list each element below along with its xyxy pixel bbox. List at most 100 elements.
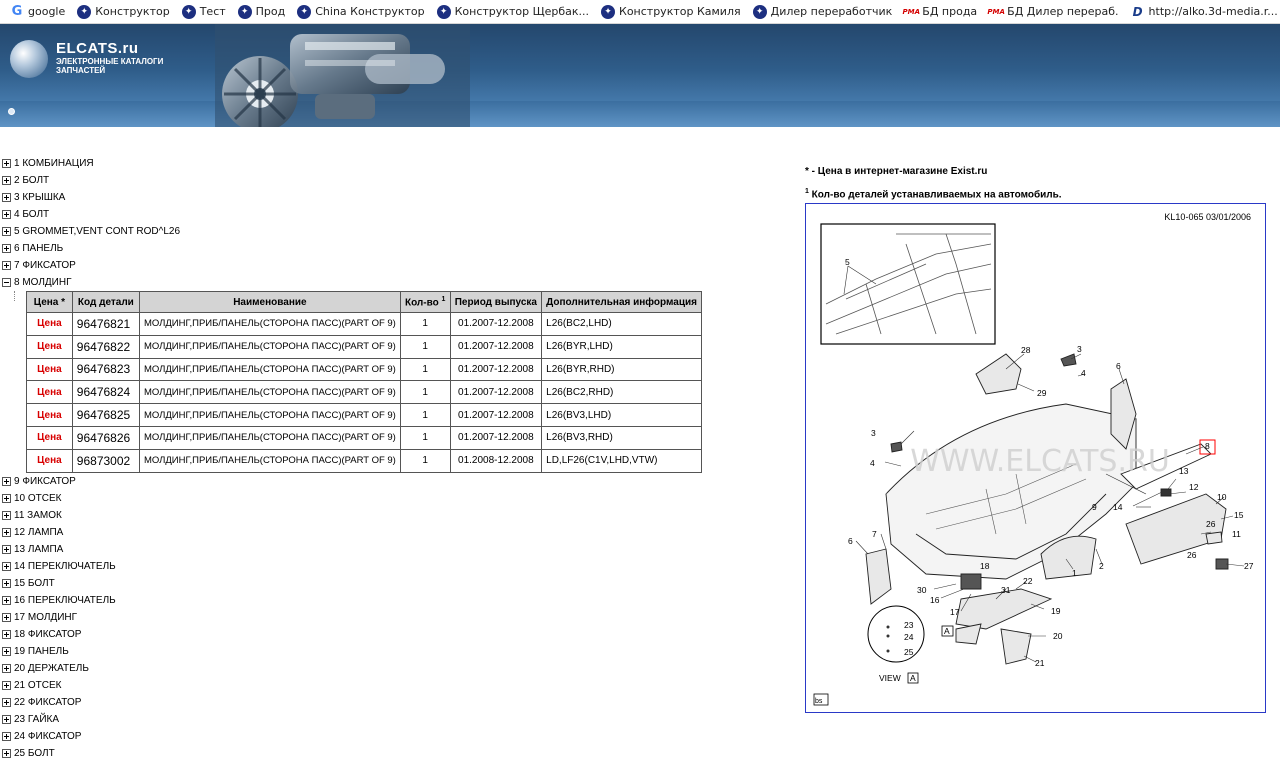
tree-node[interactable]: 14 ПЕРЕКЛЮЧАТЕЛЬ [2,558,702,575]
bookmark-item[interactable]: ✦ Конструктор [77,4,170,19]
expand-icon[interactable] [2,578,11,588]
tree-node[interactable]: 13 ЛАМПА [2,541,702,558]
expand-icon[interactable] [2,748,11,758]
expand-icon[interactable] [2,544,11,554]
table-row[interactable]: Цена 96873002 МОЛДИНГ,ПРИБ/ПАНЕЛЬ(СТОРОНА … [26,448,702,473]
tree-node-label[interactable]: 9 ФИКСАТОР [14,476,76,487]
bookmark-item[interactable]: ✦ Конструктор Щербак... [436,4,589,19]
tree-node[interactable]: 9 ФИКСАТОР [2,473,702,490]
expand-icon[interactable] [2,680,11,690]
parts-diagram[interactable]: KL10-065 03/01/2006 WWW.ELCATS.RU 5 28 3… [805,203,1266,713]
bookmark-item[interactable]: PMA БД прода [903,5,978,19]
tree-node-label[interactable]: 21 ОТСЕК [14,680,62,691]
tree-node-label[interactable]: 8 МОЛДИНГ [14,277,72,288]
table-row[interactable]: Цена 96476823 МОЛДИНГ,ПРИБ/ПАНЕЛЬ(СТОРОНА … [26,357,702,382]
tree-node-label[interactable]: 18 ФИКСАТОР [14,629,81,640]
tree-node-label[interactable]: 13 ЛАМПА [14,544,63,555]
expand-icon[interactable] [2,629,11,639]
table-row[interactable]: Цена 96476826 МОЛДИНГ,ПРИБ/ПАНЕЛЬ(СТОРОНА … [26,425,702,450]
expand-icon[interactable] [2,697,11,707]
tree-node[interactable]: 1 КОМБИНАЦИЯ [2,155,702,172]
tree-node[interactable]: 2 БОЛТ [2,172,702,189]
expand-icon[interactable] [2,159,11,168]
tree-node[interactable]: 6 ПАНЕЛЬ [2,240,702,257]
tree-node[interactable]: 3 КРЫШКА [2,189,702,206]
tree-node[interactable]: 22 ФИКСАТОР [2,694,702,711]
expand-icon[interactable] [2,561,11,571]
tree-node-label[interactable]: 5 GROMMET,VENT CONT ROD^L26 [14,226,180,237]
tree-node-label[interactable]: 15 БОЛТ [14,578,55,589]
tree-node[interactable]: 5 GROMMET,VENT CONT ROD^L26 [2,223,702,240]
tree-node[interactable]: 16 ПЕРЕКЛЮЧАТЕЛЬ [2,592,702,609]
tree-node[interactable]: 19 ПАНЕЛЬ [2,643,702,660]
expand-icon[interactable] [2,663,11,673]
bookmark-item[interactable]: Dhttp://alko.3d-media.r... [1131,5,1278,19]
tree-node[interactable]: 23 ГАЙКА [2,711,702,728]
bookmark-item[interactable]: ✦ Прод [237,4,285,19]
collapse-icon[interactable] [2,278,11,287]
expand-icon[interactable] [2,227,11,236]
tree-node-label[interactable]: 20 ДЕРЖАТЕЛЬ [14,663,89,674]
price-link[interactable]: Цена [26,380,73,405]
expand-icon[interactable] [2,612,11,622]
tree-node[interactable]: 12 ЛАМПА [2,524,702,541]
logo-globe-icon[interactable] [10,40,48,78]
tree-node-label[interactable]: 14 ПЕРЕКЛЮЧАТЕЛЬ [14,561,116,572]
price-link[interactable]: Цена [26,334,73,359]
tree-node-label[interactable]: 12 ЛАМПА [14,527,63,538]
tree-node[interactable]: 4 БОЛТ [2,206,702,223]
expand-icon[interactable] [2,261,11,270]
tree-node-label[interactable]: 1 КОМБИНАЦИЯ [14,158,94,169]
tree-node-expanded[interactable]: 8 МОЛДИНГ [2,274,702,291]
expand-icon[interactable] [2,714,11,724]
tree-node-label[interactable]: 10 ОТСЕК [14,493,62,504]
expand-icon[interactable] [2,510,11,520]
tree-node-label[interactable]: 6 ПАНЕЛЬ [14,243,63,254]
tree-node-label[interactable]: 4 БОЛТ [14,209,49,220]
table-row[interactable]: Цена 96476824 МОЛДИНГ,ПРИБ/ПАНЕЛЬ(СТОРОНА … [26,380,702,405]
tree-node-label[interactable]: 11 ЗАМОК [14,510,62,521]
tree-node-label[interactable]: 16 ПЕРЕКЛЮЧАТЕЛЬ [14,595,116,606]
expand-icon[interactable] [2,595,11,605]
bookmark-item[interactable]: Ggoogle [10,4,66,19]
tree-node[interactable]: 11 ЗАМОК [2,507,702,524]
expand-icon[interactable] [2,646,11,656]
price-link[interactable]: Цена [26,357,73,382]
tree-node-label[interactable]: 17 МОЛДИНГ [14,612,77,623]
tree-node[interactable]: 21 ОТСЕК [2,677,702,694]
bookmark-item[interactable]: ✦ Конструктор Камиля [601,4,741,19]
tree-node[interactable]: 7 ФИКСАТОР [2,257,702,274]
tree-node-label[interactable]: 3 КРЫШКА [14,192,65,203]
expand-icon[interactable] [2,731,11,741]
expand-icon[interactable] [2,210,11,219]
price-link[interactable]: Цена [26,448,73,473]
tree-node[interactable]: 18 ФИКСАТОР [2,626,702,643]
price-link[interactable]: Цена [26,312,73,336]
price-link[interactable]: Цена [26,425,73,450]
tree-node-label[interactable]: 22 ФИКСАТОР [14,697,81,708]
expand-icon[interactable] [2,244,11,253]
bookmark-item[interactable]: PMA БД Дилер перераб. [987,5,1118,19]
tree-node-label[interactable]: 7 ФИКСАТОР [14,260,76,271]
expand-icon[interactable] [2,176,11,185]
bookmark-item[interactable]: ✦ China Конструктор [297,4,425,19]
expand-icon[interactable] [2,193,11,202]
table-row[interactable]: Цена 96476825 МОЛДИНГ,ПРИБ/ПАНЕЛЬ(СТОРОНА … [26,403,702,427]
tree-node-label[interactable]: 19 ПАНЕЛЬ [14,646,69,657]
bookmark-item[interactable]: ✦ Дилер переработчик [752,4,892,19]
logo-title[interactable]: ELCATS.ru [56,40,139,57]
tree-node-label[interactable]: 2 БОЛТ [14,175,49,186]
tree-node[interactable]: 15 БОЛТ [2,575,702,592]
expand-icon[interactable] [2,476,11,486]
tree-node[interactable]: 25 БОЛТ [2,745,702,762]
tree-node[interactable]: 20 ДЕРЖАТЕЛЬ [2,660,702,677]
expand-icon[interactable] [2,493,11,503]
bookmark-item[interactable]: ✦ Тест [181,4,226,19]
expand-icon[interactable] [2,527,11,537]
table-row[interactable]: Цена 96476822 МОЛДИНГ,ПРИБ/ПАНЕЛЬ(СТОРОНА … [26,334,702,359]
table-row[interactable]: Цена 96476821 МОЛДИНГ,ПРИБ/ПАНЕЛЬ(СТОРОНА … [26,312,702,336]
tree-node[interactable]: 17 МОЛДИНГ [2,609,702,626]
tree-node-label[interactable]: 23 ГАЙКА [14,714,59,725]
price-link[interactable]: Цена [26,403,73,427]
tree-node-label[interactable]: 24 ФИКСАТОР [14,731,81,742]
